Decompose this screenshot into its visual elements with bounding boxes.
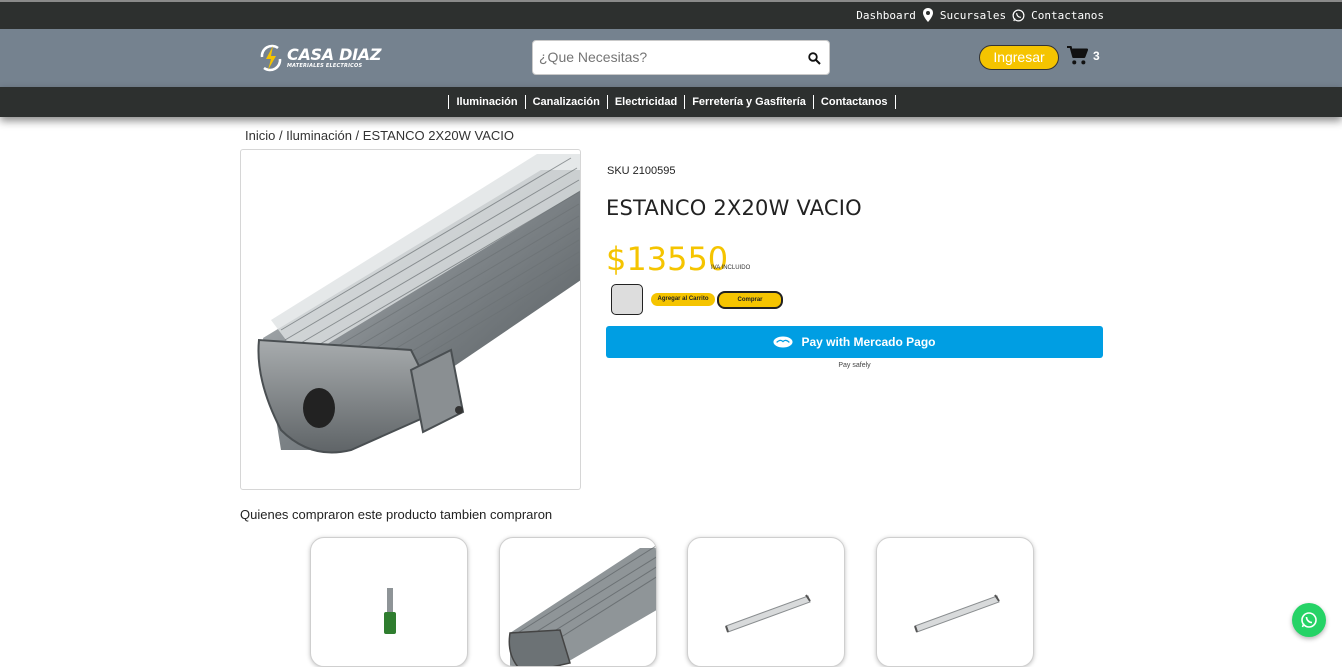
buy-button[interactable]: Comprar — [717, 291, 783, 309]
product-sku: SKU 2100595 — [607, 165, 676, 177]
whatsapp-float-button[interactable] — [1292, 603, 1326, 637]
top-bar: Dashboard Sucursales Contactanos — [0, 0, 1342, 29]
location-pin-icon — [922, 8, 933, 22]
contactanos-link[interactable]: Contactanos — [1031, 9, 1104, 22]
logo[interactable]: CASA DIAZ MATERIALES ELECTRICOS — [258, 43, 381, 73]
quantity-box[interactable] — [611, 284, 643, 315]
related-product-card[interactable] — [687, 537, 845, 667]
add-to-cart-button[interactable]: Agregar al Carrito — [651, 293, 715, 306]
nav-item-ferreteria[interactable]: Ferretería y Gasfitería — [684, 95, 813, 109]
mercadopago-label: Pay with Mercado Pago — [801, 335, 936, 349]
lightning-logo-icon — [260, 44, 282, 72]
cart-icon[interactable] — [1066, 46, 1088, 66]
category-nav: Iluminación Canalización Electricidad Fe… — [0, 87, 1342, 117]
login-button[interactable]: Ingresar — [979, 45, 1059, 70]
mercadopago-button[interactable]: Pay with Mercado Pago — [606, 326, 1103, 358]
whatsapp-icon — [1012, 9, 1025, 21]
search-input[interactable] — [539, 49, 789, 65]
nav-item-electricidad[interactable]: Electricidad — [606, 95, 684, 109]
product-image[interactable] — [240, 149, 581, 490]
product-photo — [257, 154, 580, 454]
whatsapp-icon — [1301, 612, 1317, 628]
nav-item-contactanos[interactable]: Contactanos — [812, 95, 896, 109]
dashboard-link[interactable]: Dashboard — [856, 9, 916, 22]
logo-name: CASA DIAZ — [287, 45, 382, 64]
search-box — [532, 40, 830, 75]
search-icon[interactable] — [808, 52, 821, 65]
related-product-image — [725, 594, 811, 633]
pay-safely-text: Pay safely — [838, 362, 871, 369]
nav-item-canalizacion[interactable]: Canalización — [524, 95, 607, 109]
nav-item-iluminacion[interactable]: Iluminación — [448, 95, 524, 109]
related-product-image — [914, 594, 1000, 633]
mercadopago-hand-icon — [773, 336, 794, 348]
related-product-card[interactable] — [310, 537, 468, 667]
related-title: Quienes compraron este producto tambien … — [240, 507, 553, 522]
cart-count: 3 — [1093, 49, 1100, 63]
product-title: ESTANCO 2X20W VACIO — [606, 196, 862, 220]
product-price: $13550 — [606, 240, 729, 278]
iva-label: IVA INCLUIDO — [711, 265, 751, 271]
breadcrumb[interactable]: Inicio / Iluminación / ESTANCO 2X20W VAC… — [245, 128, 514, 143]
related-product-image — [508, 545, 656, 666]
related-product-card[interactable] — [499, 537, 657, 667]
related-product-image — [384, 588, 396, 634]
sucursales-link[interactable]: Sucursales — [940, 9, 1006, 22]
related-product-card[interactable] — [876, 537, 1034, 667]
top-links: Dashboard Sucursales Contactanos — [856, 8, 1104, 22]
